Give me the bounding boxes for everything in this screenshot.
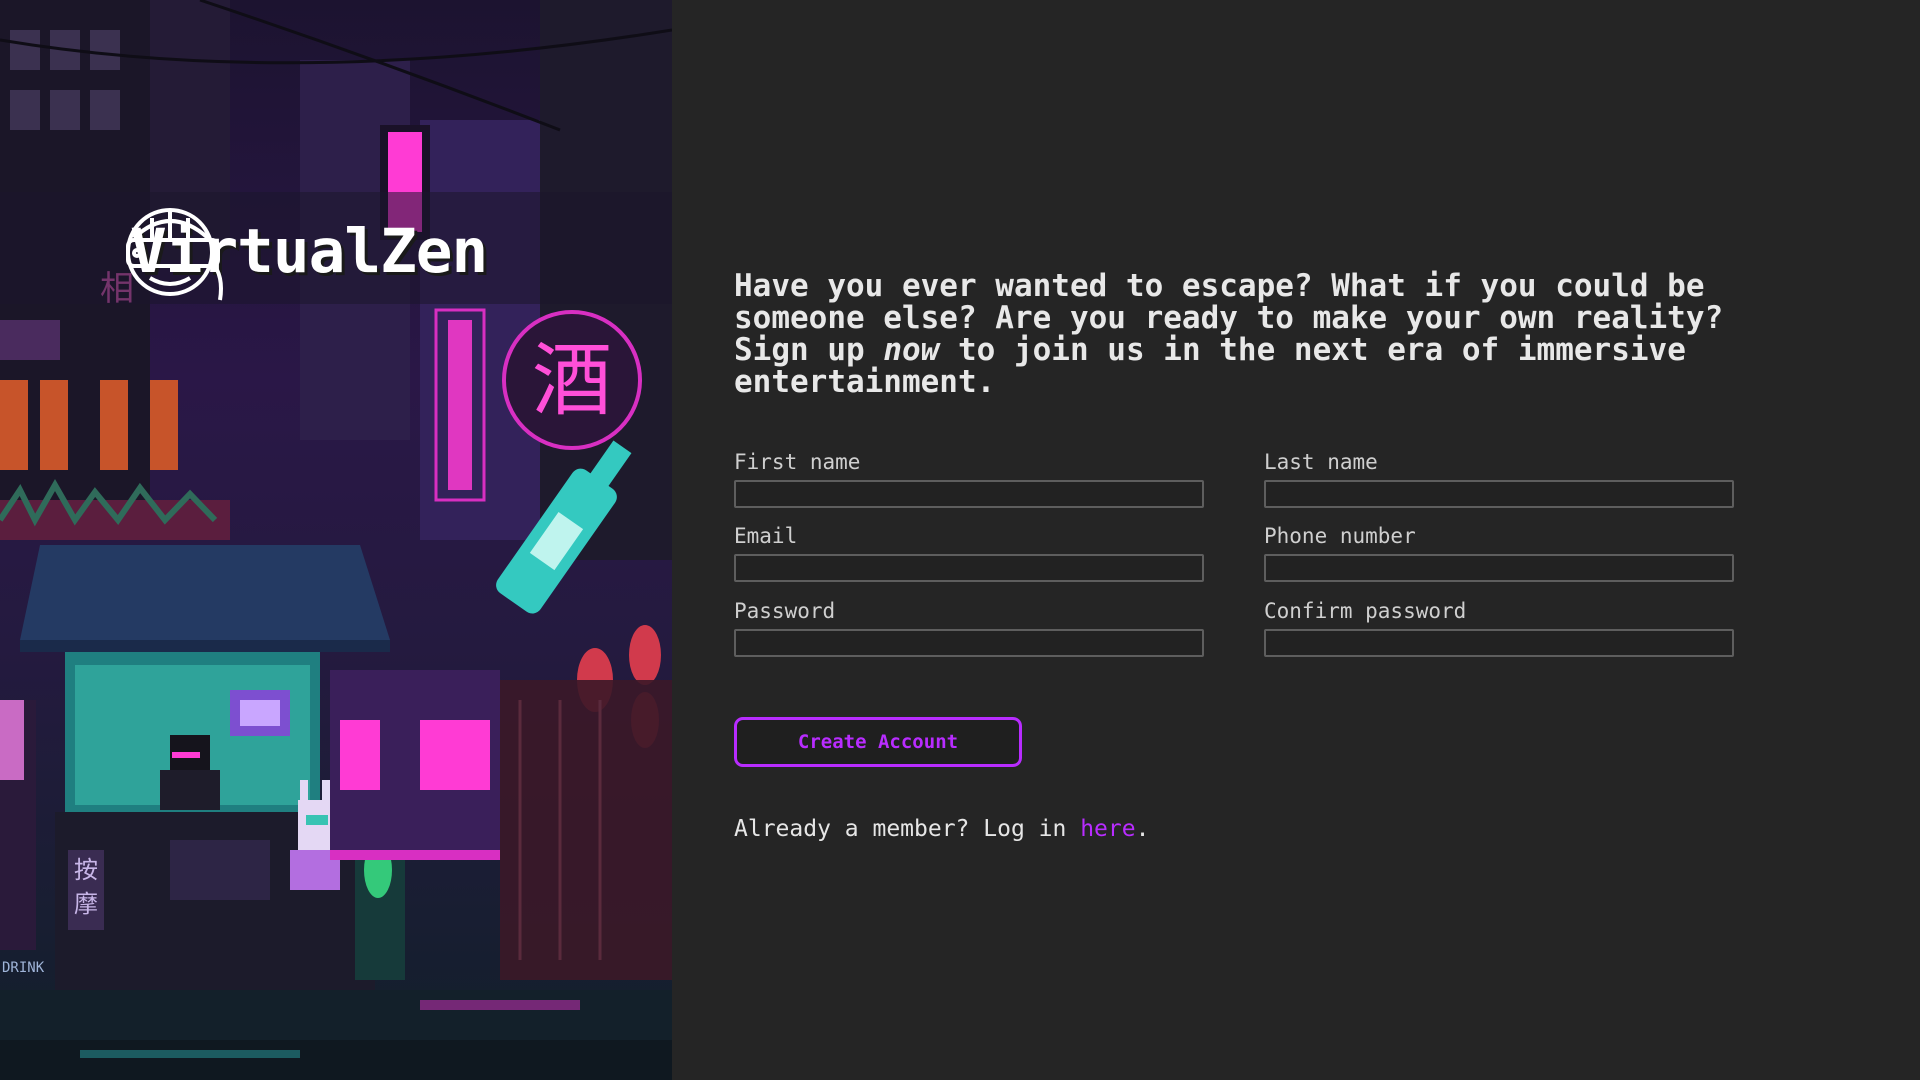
confirm-password-field[interactable] [1264,629,1734,657]
first-name-group: First name [734,450,1204,508]
intro-emphasis: now [883,332,940,368]
intro-paragraph: Have you ever wanted to escape? What if … [734,270,1794,398]
signup-panel: Have you ever wanted to escape? What if … [672,0,1920,1080]
password-group: Password [734,599,1204,657]
shop-sign-character: 酒 [532,334,612,427]
phone-group: Phone number [1264,524,1734,582]
confirm-password-group: Confirm password [1264,599,1734,657]
first-name-label: First name [734,450,861,474]
shop-sign-text: DRINK [2,960,45,976]
vr-headset-logo-icon [126,208,223,301]
shop-sign-character: 摩 [74,890,98,918]
first-name-field[interactable] [734,480,1204,508]
password-field[interactable] [734,629,1204,657]
login-prompt-suffix: . [1135,816,1150,842]
password-label: Password [734,599,836,623]
phone-number-field[interactable] [1264,554,1734,582]
hero-illustration: 酒 相 [0,0,672,1080]
last-name-group: Last name [1264,450,1734,508]
email-field[interactable] [734,554,1204,582]
login-link[interactable]: here [1080,816,1135,842]
phone-number-label: Phone number [1264,524,1416,548]
login-prompt: Already a member? Log in here. [734,815,1149,843]
last-name-field[interactable] [1264,480,1734,508]
city-street-artwork: 酒 相 [0,0,672,1080]
last-name-label: Last name [1264,450,1378,474]
email-group: Email [734,524,1204,582]
brand-logo-lockup: VirtualZen [124,196,488,306]
shop-sign-character: 按 [74,856,98,884]
email-label: Email [734,524,798,548]
create-account-button[interactable]: Create Account [734,717,1022,767]
login-prompt-text: Already a member? Log in [734,816,1081,842]
confirm-password-label: Confirm password [1264,599,1467,623]
